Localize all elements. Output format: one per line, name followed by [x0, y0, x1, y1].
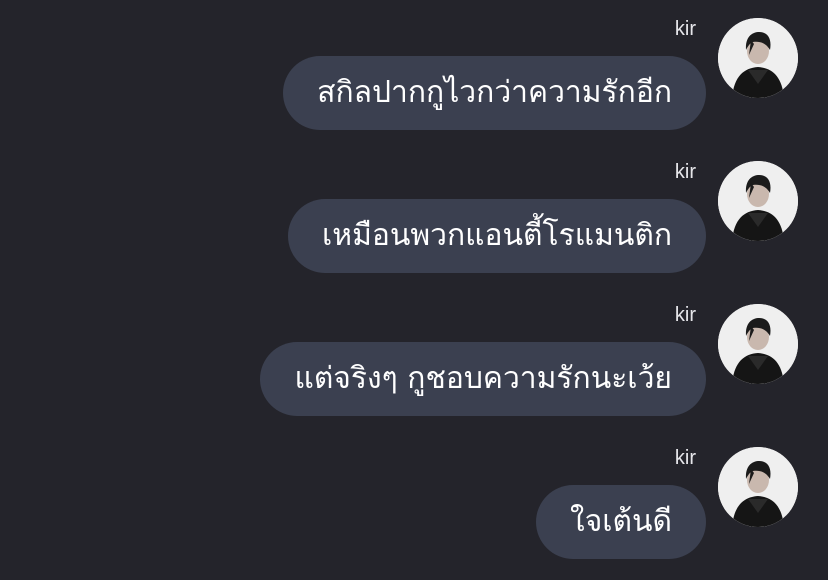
profile-photo-icon [718, 304, 798, 384]
message-bubble[interactable]: เหมือนพวกแอนตี้โรแมนติก [288, 199, 706, 273]
profile-photo-icon [718, 18, 798, 98]
message-bubble[interactable]: แต่จริงๆ กูชอบความรักนะเว้ย [260, 342, 706, 416]
chat-message: kir สกิลปากกูไวกว่าความรักอีก [0, 0, 828, 143]
sender-name: kir [674, 304, 696, 326]
chat-message: kir ใจเต้นดี [0, 429, 828, 572]
message-bubble[interactable]: สกิลปากกูไวกว่าความรักอีก [283, 56, 706, 130]
avatar[interactable] [718, 447, 798, 527]
chat-message: kir แต่จริงๆ กูชอบความรักนะเว้ย [0, 286, 828, 429]
sender-name: kir [674, 447, 696, 469]
avatar[interactable] [718, 304, 798, 384]
profile-photo-icon [718, 447, 798, 527]
profile-photo-icon [718, 161, 798, 241]
chat-message: kir เหมือนพวกแอนตี้โรแมนติก [0, 143, 828, 286]
message-bubble[interactable]: ใจเต้นดี [536, 485, 706, 559]
sender-name: kir [674, 161, 696, 183]
avatar[interactable] [718, 161, 798, 241]
sender-name: kir [674, 18, 696, 40]
avatar[interactable] [718, 18, 798, 98]
